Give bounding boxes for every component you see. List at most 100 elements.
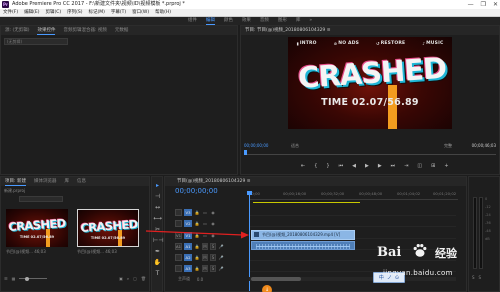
go-to-in-icon[interactable]: ⏮ (339, 163, 344, 169)
mark-out-point-icon[interactable]: } (326, 163, 329, 169)
menu-marker[interactable]: 标记(M) (89, 9, 105, 16)
mark-out-icon[interactable]: ⇥ (404, 163, 408, 169)
thumbnail-size-slider[interactable] (19, 276, 48, 281)
hand-tool-icon[interactable]: ✋ (153, 258, 162, 267)
workspace-audio[interactable]: 音频 (260, 17, 269, 25)
track-target[interactable]: A2 (184, 253, 192, 261)
menu-sequence[interactable]: 序列(S) (67, 9, 82, 16)
track-target[interactable]: A1 (184, 242, 192, 250)
go-to-out-icon[interactable]: ⏭ (391, 163, 396, 169)
project-item-thumbnail[interactable]: CRASHED TIME 02.07/56.89 (77, 209, 139, 247)
add-button-icon[interactable]: + (444, 163, 448, 169)
selection-tool-icon[interactable]: ▸ (153, 181, 162, 190)
microphone-icon[interactable]: 🎤 (218, 244, 224, 249)
lock-icon[interactable]: 🔒 (194, 266, 200, 271)
lock-icon[interactable]: 🔒 (194, 255, 200, 260)
work-area-bar[interactable] (253, 202, 360, 203)
program-title[interactable]: 节目: 节目(@)视频_20180806104329 ≡ (245, 26, 331, 35)
solo-button[interactable]: S (210, 264, 216, 272)
rate-stretch-tool-icon[interactable]: ⟷ (153, 214, 162, 223)
find-icon[interactable]: ⌕ (127, 276, 129, 281)
zoom-fit-select[interactable]: 适合 (291, 142, 299, 150)
timeline-playhead[interactable] (247, 191, 252, 291)
audio-clip[interactable] (251, 241, 355, 250)
project-search-input[interactable] (19, 196, 63, 202)
source-patch[interactable]: A1 (175, 242, 182, 250)
automate-icon[interactable]: ▣ (119, 276, 123, 281)
tab-media-browser[interactable]: 媒体浏览器 (34, 177, 57, 186)
trash-icon[interactable]: 🗑 (141, 276, 146, 281)
program-timecode[interactable]: 00;00;00;00 (244, 142, 268, 150)
source-patch[interactable] (175, 219, 182, 227)
pen-tool-icon[interactable]: ✒ (153, 247, 162, 256)
menu-title[interactable]: 字幕(T) (111, 9, 126, 16)
step-back-icon[interactable]: ◀ (352, 163, 356, 169)
eye-icon[interactable]: ◉ (210, 210, 216, 215)
menu-file[interactable]: 文件(F) (3, 9, 18, 16)
maximize-button[interactable]: ❐ (481, 0, 486, 9)
tab-metadata[interactable]: 元数据 (115, 26, 129, 35)
scrollbar-thumb[interactable] (251, 277, 301, 281)
menu-clip[interactable]: 剪辑(C) (45, 9, 61, 16)
track-target[interactable]: A3 (184, 264, 192, 272)
program-playhead[interactable] (244, 150, 247, 155)
sync-icon[interactable]: ▭ (202, 233, 208, 238)
export-frame-icon[interactable]: ⊞ (431, 163, 435, 169)
track-select-tool-icon[interactable]: ⊣ (153, 192, 162, 201)
workspace-libraries[interactable]: 库 (296, 17, 301, 25)
tab-info[interactable]: 信息 (77, 177, 86, 186)
timeline-timecode[interactable]: 00;00;00;00 (175, 187, 218, 195)
source-patch[interactable] (175, 264, 182, 272)
mute-button[interactable]: M (202, 253, 208, 261)
workspace-more[interactable]: » (309, 17, 312, 25)
tab-effect-controls[interactable]: 效果控件 (37, 26, 56, 35)
lift-icon[interactable]: ◫ (417, 163, 422, 169)
track-target[interactable]: V3 (184, 208, 192, 216)
type-tool-icon[interactable]: T (153, 269, 162, 278)
project-item-thumbnail[interactable]: CRASHED TIME 02.07/56.89 (6, 209, 68, 247)
mark-in-icon[interactable]: ⇤ (301, 163, 305, 169)
workspace-editing[interactable]: 编辑 (205, 17, 215, 25)
resolution-select[interactable]: 完整 (444, 142, 452, 150)
source-patch[interactable]: V1 (175, 231, 182, 239)
tab-audio-clip-mixer[interactable]: 音频剪辑混合器: 视频 (63, 26, 106, 35)
microphone-icon[interactable]: 🎤 (218, 255, 224, 260)
program-scrub-bar[interactable] (244, 150, 496, 155)
slip-tool-icon[interactable]: ⊢⊣ (153, 236, 163, 245)
ripple-edit-tool-icon[interactable]: ↔ (153, 203, 162, 212)
slider-handle[interactable] (25, 276, 30, 281)
lock-icon[interactable]: 🔒 (194, 210, 200, 215)
mute-button[interactable]: M (202, 242, 208, 250)
master-volume[interactable]: 0.0 (195, 277, 205, 282)
solo-button[interactable]: S (210, 242, 216, 250)
new-bin-icon[interactable]: ▢ (133, 276, 137, 281)
source-patch[interactable] (175, 208, 182, 216)
lock-icon[interactable]: 🔒 (194, 233, 200, 238)
workspace-graphics[interactable]: 图形 (278, 17, 287, 25)
menu-window[interactable]: 窗口(W) (132, 9, 149, 16)
menu-help[interactable]: 帮助(H) (155, 9, 171, 16)
clip-select-dropdown[interactable]: (无剪辑) (4, 38, 68, 45)
track-target[interactable]: V1 (184, 231, 192, 239)
mark-in-point-icon[interactable]: { (314, 163, 317, 169)
play-icon[interactable]: ▶ (365, 163, 369, 169)
tab-libraries[interactable]: 库 (64, 177, 69, 186)
sync-icon[interactable]: ▭ (202, 221, 208, 226)
track-target[interactable]: V2 (184, 219, 192, 227)
microphone-icon[interactable]: 🎤 (218, 266, 224, 271)
step-forward-icon[interactable]: ▶ (378, 163, 382, 169)
icon-view-icon[interactable]: ▦ (12, 276, 16, 281)
list-view-icon[interactable]: ☰ (4, 276, 8, 281)
track-lane-v3[interactable] (249, 208, 456, 216)
close-button[interactable]: ✕ (493, 0, 498, 9)
razor-tool-icon[interactable]: ✂ (153, 225, 162, 234)
solo-button[interactable]: S (210, 253, 216, 261)
lock-icon[interactable]: 🔒 (194, 244, 200, 249)
minimize-button[interactable]: — (468, 0, 474, 9)
lock-icon[interactable]: 🔒 (194, 221, 200, 226)
time-ruler[interactable]: 00;00 00;00;16;00 00;00;32;00 00;00;48;0… (249, 191, 458, 200)
sync-icon[interactable]: ▭ (202, 210, 208, 215)
workspace-color[interactable]: 颜色 (224, 17, 233, 25)
eye-icon[interactable]: ◉ (210, 233, 216, 238)
workspace-effects[interactable]: 效果 (242, 17, 251, 25)
